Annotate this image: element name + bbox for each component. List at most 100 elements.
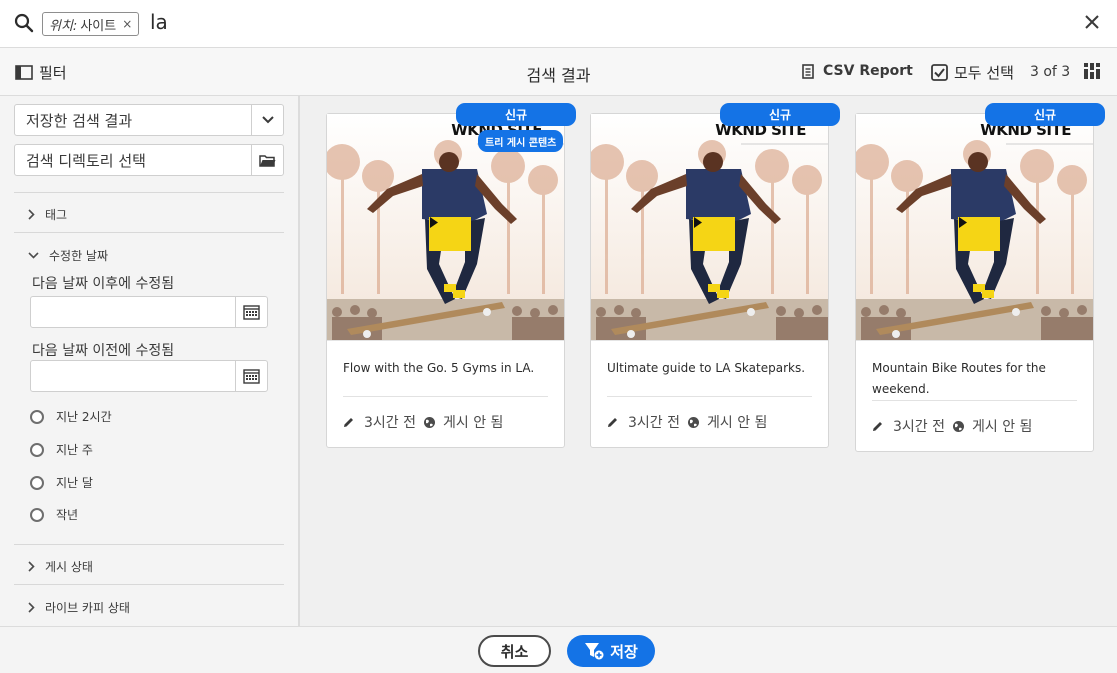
radio-label: 지난 달: [56, 476, 93, 490]
radio-label: 작년: [56, 508, 79, 522]
result-card-3[interactable]: WKND SITE Mountain Bike Routes for the w…: [855, 113, 1094, 452]
tree-publish-badge: 트리 게시 콘텐츠: [478, 130, 564, 152]
play-icon: [430, 217, 438, 228]
card-meta: 3시간 전 게시 안 됨: [591, 397, 828, 447]
save-label: 저장: [610, 642, 638, 661]
save-filter-icon: [585, 643, 604, 660]
folder-icon: [259, 154, 276, 167]
calendar-icon: [243, 369, 260, 384]
new-badge: 신규: [456, 103, 576, 126]
modified-after-calendar[interactable]: [235, 297, 267, 327]
result-card-2[interactable]: WKND SITE Ultimate guide to LA Skatepark…: [590, 113, 829, 448]
globe-unpublished-icon: [424, 416, 435, 428]
chevron-down-icon: [261, 116, 274, 124]
save-button[interactable]: 저장: [567, 635, 655, 667]
tag-remove-icon[interactable]: ×: [122, 17, 132, 31]
card-meta: 3시간 전 게시 안 됨: [856, 401, 1093, 451]
radio-label: 지난 2시간: [56, 410, 112, 424]
radio-last-year[interactable]: 작년: [30, 506, 78, 523]
csv-report-label: CSV Report: [823, 63, 913, 79]
cancel-button[interactable]: 취소: [478, 635, 551, 667]
modified-after-label: 다음 날짜 이후에 수정됨: [32, 276, 175, 292]
modified-before-input[interactable]: [30, 360, 268, 392]
search-icon: [14, 13, 34, 33]
pencil-icon: [873, 421, 882, 431]
globe-unpublished-icon: [953, 420, 964, 432]
saved-search-dropdown[interactable]: [251, 105, 283, 135]
saved-search-value: 저장한 검색 결과: [26, 111, 133, 130]
divider: [14, 232, 284, 233]
section-publish-status[interactable]: 게시 상태: [28, 558, 93, 575]
search-input[interactable]: la: [150, 10, 168, 34]
saved-search-select[interactable]: 저장한 검색 결과: [14, 104, 284, 136]
radio-last-2-hours[interactable]: 지난 2시간: [30, 408, 112, 425]
pencil-icon: [608, 417, 617, 427]
filter-sidebar: 저장한 검색 결과 검색 디렉토리 선택 태그 수정한 날짜 다음 날짜 이후에…: [0, 96, 300, 626]
chevron-right-icon: [28, 209, 35, 220]
new-badge: 신규: [985, 103, 1105, 126]
publish-status: 게시 안 됨: [972, 419, 1033, 435]
modified-after-input[interactable]: [30, 296, 268, 328]
card-meta: 3시간 전 게시 안 됨: [327, 397, 564, 447]
checkbox-checked-icon: [931, 64, 948, 81]
radio-circle[interactable]: [30, 409, 44, 424]
new-badge: 신규: [720, 103, 840, 126]
results-header: 필터 검색 결과 CSV Report 모두 선택 3 of 3: [0, 48, 1117, 96]
radio-last-week[interactable]: 지난 주: [30, 441, 93, 458]
card-thumbnail[interactable]: WKND SITE: [856, 114, 1093, 341]
card-view-icon[interactable]: [1084, 63, 1100, 79]
modified-before-label: 다음 날짜 이전에 수정됨: [32, 343, 175, 359]
document-icon: [802, 63, 814, 79]
radio-label: 지난 주: [56, 443, 93, 457]
modified-time: 3시간 전: [893, 419, 945, 435]
calendar-icon: [243, 305, 260, 320]
play-button[interactable]: [429, 217, 471, 251]
publish-status: 게시 안 됨: [443, 415, 504, 431]
chevron-right-icon: [28, 561, 35, 572]
card-thumbnail[interactable]: WKND SITE: [591, 114, 828, 341]
section-livecopy-status[interactable]: 라이브 카피 상태: [28, 599, 130, 616]
section-tags[interactable]: 태그: [28, 206, 67, 223]
radio-circle[interactable]: [30, 507, 44, 522]
modified-time: 3시간 전: [364, 415, 416, 431]
radio-circle[interactable]: [30, 442, 44, 457]
section-modified-date[interactable]: 수정한 날짜: [28, 247, 108, 264]
radio-circle[interactable]: [30, 475, 44, 490]
play-icon: [694, 217, 702, 228]
csv-report-button[interactable]: CSV Report: [802, 63, 913, 79]
modified-before-calendar[interactable]: [235, 361, 267, 391]
select-all-label: 모두 선택: [954, 64, 1014, 82]
search-bar: 위치: 사이트 × la: [0, 0, 1117, 48]
tag-value: 사이트: [80, 18, 117, 34]
card-title[interactable]: Mountain Bike Routes for the weekend.: [856, 341, 1093, 400]
globe-unpublished-icon: [688, 416, 699, 428]
modified-time: 3시간 전: [628, 415, 680, 431]
sidebar-panel-icon: [15, 65, 33, 80]
divider: [14, 584, 284, 585]
section-livecopy-label: 라이브 카피 상태: [45, 601, 130, 615]
directory-value: 검색 디렉토리 선택: [26, 151, 146, 170]
chevron-down-icon: [28, 252, 39, 259]
play-button[interactable]: [693, 217, 735, 251]
close-icon[interactable]: [1083, 13, 1101, 31]
footer-bar: 취소 저장: [0, 626, 1117, 673]
divider: [14, 192, 284, 193]
filter-toggle-button[interactable]: 필터: [15, 62, 67, 83]
result-card-1[interactable]: WKND SITE Flow with the Go. 5 Gyms in LA…: [326, 113, 565, 448]
directory-select[interactable]: 검색 디렉토리 선택: [14, 144, 284, 176]
section-modified-label: 수정한 날짜: [49, 249, 109, 263]
section-publish-label: 게시 상태: [45, 560, 93, 574]
section-tags-label: 태그: [45, 208, 68, 222]
filter-label: 필터: [39, 64, 67, 82]
result-count: 3 of 3: [1030, 64, 1071, 80]
directory-browse-button[interactable]: [251, 145, 283, 175]
play-button[interactable]: [958, 217, 1000, 251]
chevron-right-icon: [28, 602, 35, 613]
radio-last-month[interactable]: 지난 달: [30, 474, 93, 491]
card-title[interactable]: Flow with the Go. 5 Gyms in LA.: [327, 341, 564, 396]
divider: [14, 544, 284, 545]
location-filter-tag[interactable]: 위치: 사이트 ×: [42, 12, 140, 36]
select-all-button[interactable]: 모두 선택: [931, 62, 1014, 83]
card-title[interactable]: Ultimate guide to LA Skateparks.: [591, 341, 828, 396]
play-icon: [959, 217, 967, 228]
